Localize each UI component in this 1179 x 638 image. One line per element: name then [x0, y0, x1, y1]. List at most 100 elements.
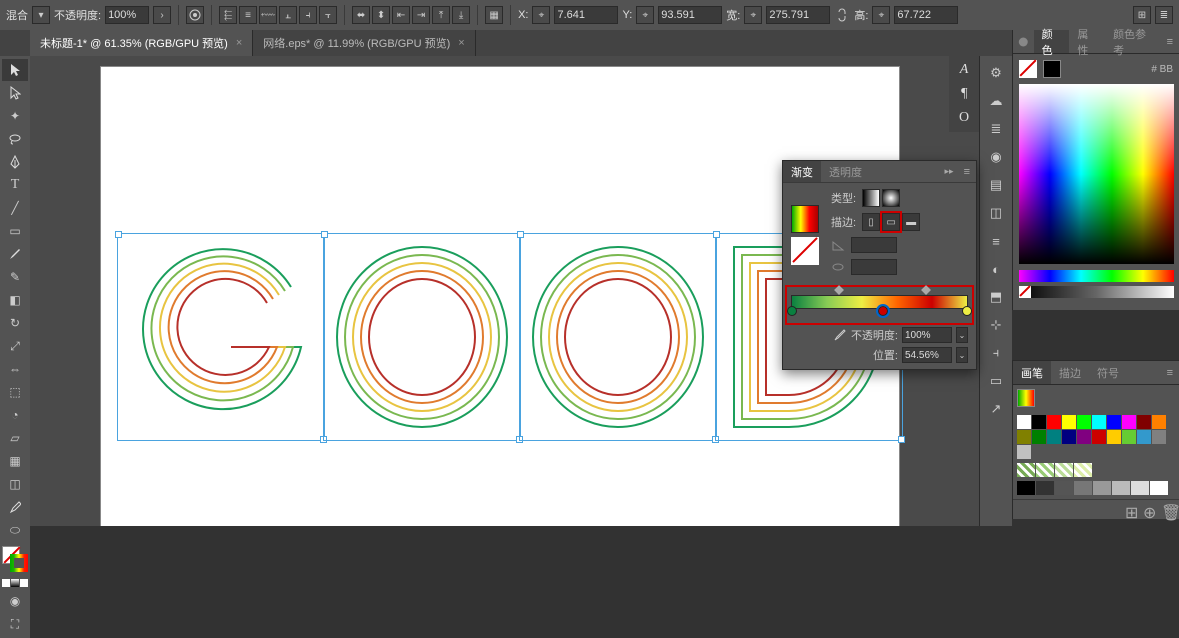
- mesh-tool[interactable]: ▦: [2, 450, 28, 472]
- delete-swatch-icon[interactable]: 🗑: [1161, 503, 1175, 517]
- panel-toggle-icon[interactable]: ⊞: [1133, 6, 1151, 24]
- panel-menu-icon[interactable]: ≡: [958, 166, 976, 178]
- recolor-artwork-icon[interactable]: [186, 6, 204, 24]
- magic-wand-tool[interactable]: ✦: [2, 105, 28, 127]
- align-left-icon[interactable]: ⬱: [219, 6, 237, 24]
- swatch-cell[interactable]: [1032, 415, 1046, 429]
- collapse-icon[interactable]: ▸▸: [941, 166, 958, 177]
- pathfinder-icon[interactable]: ⬒: [985, 286, 1007, 308]
- gradient-none[interactable]: [791, 237, 819, 265]
- none-chip[interactable]: [1019, 286, 1031, 298]
- lasso-tool[interactable]: [2, 128, 28, 150]
- panel-menu-icon[interactable]: ≡: [1161, 36, 1179, 48]
- swatch-cell[interactable]: [1122, 430, 1136, 444]
- fill-stroke-swatch[interactable]: [2, 546, 28, 572]
- distribute-top-icon[interactable]: ⤒: [432, 6, 450, 24]
- distribute-right-icon[interactable]: ⇥: [412, 6, 430, 24]
- shape-builder-tool[interactable]: ◔: [2, 404, 28, 426]
- type-tool[interactable]: T: [2, 174, 28, 196]
- aspect-input[interactable]: [851, 259, 897, 275]
- character-panel-icon[interactable]: A: [960, 62, 969, 78]
- pattern-swatch[interactable]: [1055, 463, 1073, 477]
- paragraph-panel-icon[interactable]: ¶: [960, 86, 967, 102]
- document-tab[interactable]: 网络.eps* @ 11.99% (RGB/GPU 预览) ×: [253, 30, 475, 56]
- transparency-icon[interactable]: ◐: [985, 258, 1007, 280]
- perspective-tool[interactable]: ▱: [2, 427, 28, 449]
- gradient-stop[interactable]: [962, 306, 972, 316]
- layers-icon[interactable]: ≣: [985, 118, 1007, 140]
- gradient-icon[interactable]: ◫: [985, 202, 1007, 224]
- gradient-stop[interactable]: [787, 306, 797, 316]
- align-panel-icon[interactable]: ⫞: [985, 342, 1007, 364]
- distribute-h-icon[interactable]: ⬌: [352, 6, 370, 24]
- pen-tool[interactable]: [2, 151, 28, 173]
- gradient-midpoint[interactable]: [834, 285, 844, 295]
- gradient-slider[interactable]: [791, 295, 968, 309]
- swatch-cell[interactable]: [1032, 430, 1046, 444]
- pencil-tool[interactable]: ✎: [2, 266, 28, 288]
- blend-tool[interactable]: ⬭: [2, 519, 28, 541]
- tab-brushes[interactable]: 画笔: [1013, 361, 1051, 384]
- appearance-icon[interactable]: ◉: [985, 146, 1007, 168]
- align-bottom-icon[interactable]: ⫟: [319, 6, 337, 24]
- align-hcenter-icon[interactable]: ≡: [239, 6, 257, 24]
- align-vcenter-icon[interactable]: ⫞: [299, 6, 317, 24]
- linear-gradient-button[interactable]: [862, 189, 880, 207]
- swatch-cell[interactable]: [1017, 430, 1031, 444]
- stroke-across-button[interactable]: ▬: [902, 213, 920, 231]
- swatch-cell[interactable]: [1062, 430, 1076, 444]
- stroke-along-button[interactable]: ▭: [882, 213, 900, 231]
- grayscale-ramp[interactable]: [1019, 286, 1174, 298]
- stroke-icon[interactable]: ≡: [985, 230, 1007, 252]
- width-tool[interactable]: ⇔: [2, 358, 28, 380]
- position-dropdown[interactable]: ⌄: [956, 347, 968, 363]
- stroke-swatch[interactable]: [1043, 60, 1061, 78]
- swatch-cell[interactable]: [1062, 415, 1076, 429]
- selection-tool[interactable]: [2, 59, 28, 81]
- rectangle-tool[interactable]: ▭: [2, 220, 28, 242]
- gradient-tool[interactable]: ◫: [2, 473, 28, 495]
- line-tool[interactable]: ╱: [2, 197, 28, 219]
- artboards-icon[interactable]: ▭: [985, 370, 1007, 392]
- screen-mode[interactable]: ⛶: [2, 613, 28, 635]
- fill-swatch[interactable]: [1019, 60, 1037, 78]
- width-input[interactable]: [766, 6, 830, 24]
- opentype-panel-icon[interactable]: O: [959, 110, 969, 126]
- close-icon[interactable]: ×: [236, 37, 242, 49]
- gray-swatch[interactable]: [1074, 481, 1092, 495]
- swatch-cell[interactable]: [1107, 430, 1121, 444]
- swatch-cell[interactable]: [1107, 415, 1121, 429]
- height-input[interactable]: [894, 6, 958, 24]
- gradient-panel[interactable]: 渐变 透明度 ▸▸ ≡ 类型: 描边:: [782, 160, 977, 370]
- free-transform-tool[interactable]: ⬚: [2, 381, 28, 403]
- color-mode-solid[interactable]: [2, 579, 10, 587]
- swatch-cell[interactable]: [1092, 430, 1106, 444]
- close-icon[interactable]: ×: [458, 37, 464, 49]
- swatch-cell[interactable]: [1017, 415, 1031, 429]
- tab-color-guide[interactable]: 颜色参考: [1105, 30, 1161, 53]
- draw-mode-normal[interactable]: ◉: [2, 590, 28, 612]
- swatch-cell[interactable]: [1092, 415, 1106, 429]
- opacity-input[interactable]: [105, 6, 149, 24]
- libraries-icon[interactable]: ☁: [985, 90, 1007, 112]
- letter-g[interactable]: [121, 237, 321, 437]
- blend-mode-dropdown[interactable]: ▾: [32, 6, 50, 24]
- eyedropper-icon[interactable]: [833, 328, 847, 342]
- rotate-tool[interactable]: ↻: [2, 312, 28, 334]
- distribute-left-icon[interactable]: ⇤: [392, 6, 410, 24]
- align-top-icon[interactable]: ⫠: [279, 6, 297, 24]
- panel-menu-icon[interactable]: ≣: [1155, 6, 1173, 24]
- panel-menu-icon[interactable]: ≡: [1161, 367, 1179, 379]
- pattern-swatch[interactable]: [1017, 463, 1035, 477]
- distribute-v-icon[interactable]: ⬍: [372, 6, 390, 24]
- swatch-cell[interactable]: [1122, 415, 1136, 429]
- swatch-cell[interactable]: [1152, 415, 1166, 429]
- gradient-midpoint[interactable]: [921, 285, 931, 295]
- swatch-cell[interactable]: [1017, 445, 1031, 459]
- paintbrush-tool[interactable]: [2, 243, 28, 265]
- swatch-cell[interactable]: [1137, 430, 1151, 444]
- color-mode-none[interactable]: [20, 579, 28, 587]
- gray-swatch[interactable]: [1055, 481, 1073, 495]
- y-link-icon[interactable]: ⌖: [636, 6, 654, 24]
- stop-opacity-input[interactable]: [902, 327, 952, 343]
